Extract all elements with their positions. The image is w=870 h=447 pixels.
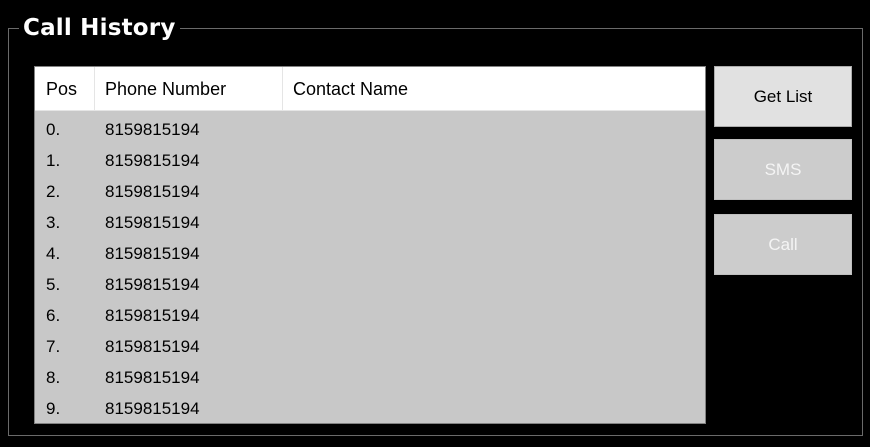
list-item[interactable]: 9. 8159815194: [35, 393, 705, 423]
list-item[interactable]: 7. 8159815194: [35, 331, 705, 362]
cell-contact-name: [282, 176, 705, 207]
cell-pos: 3.: [46, 213, 61, 232]
list-item[interactable]: 5. 8159815194: [35, 269, 705, 300]
cell-pos: 9.: [46, 399, 61, 418]
cell-phone-number: 8159815194: [105, 306, 200, 325]
cell-phone-number: 8159815194: [105, 244, 200, 263]
cell-pos: 2.: [46, 182, 61, 201]
cell-contact-name: [282, 331, 705, 362]
call-button[interactable]: Call: [714, 214, 852, 275]
cell-phone-number: 8159815194: [105, 120, 200, 139]
cell-pos: 4.: [46, 244, 61, 263]
call-history-list[interactable]: Pos Phone Number Contact Name 0. 81598151…: [34, 66, 706, 424]
cell-contact-name: [282, 269, 705, 300]
cell-pos: 7.: [46, 337, 61, 356]
list-item[interactable]: 1. 8159815194: [35, 145, 705, 176]
cell-phone-number: 8159815194: [105, 337, 200, 356]
cell-contact-name: [282, 300, 705, 331]
cell-pos: 6.: [46, 306, 61, 325]
list-header: Pos Phone Number Contact Name: [35, 67, 705, 111]
cell-contact-name: [282, 114, 705, 145]
list-item[interactable]: 6. 8159815194: [35, 300, 705, 331]
cell-phone-number: 8159815194: [105, 151, 200, 170]
cell-phone-number: 8159815194: [105, 213, 200, 232]
list-item[interactable]: 8. 8159815194: [35, 362, 705, 393]
cell-phone-number: 8159815194: [105, 368, 200, 387]
list-item[interactable]: 3. 8159815194: [35, 207, 705, 238]
sms-button[interactable]: SMS: [714, 139, 852, 200]
list-item[interactable]: 2. 8159815194: [35, 176, 705, 207]
cell-pos: 8.: [46, 368, 61, 387]
list-item[interactable]: 4. 8159815194: [35, 238, 705, 269]
cell-pos: 5.: [46, 275, 61, 294]
cell-phone-number: 8159815194: [105, 275, 200, 294]
column-header-phone-number[interactable]: Phone Number: [94, 67, 282, 111]
get-list-button[interactable]: Get List: [714, 66, 852, 127]
cell-contact-name: [282, 145, 705, 176]
column-header-contact-name[interactable]: Contact Name: [282, 67, 705, 111]
cell-pos: 1.: [46, 151, 61, 170]
cell-phone-number: 8159815194: [105, 182, 200, 201]
cell-contact-name: [282, 238, 705, 269]
cell-pos: 0.: [46, 120, 61, 139]
cell-phone-number: 8159815194: [105, 399, 200, 418]
cell-contact-name: [282, 393, 705, 423]
column-header-pos[interactable]: Pos: [35, 67, 94, 111]
list-rows: 0. 8159815194 1. 8159815194 2. 8159815194 3. 81…: [35, 114, 705, 423]
call-history-title: Call History: [19, 13, 180, 43]
cell-contact-name: [282, 362, 705, 393]
list-item[interactable]: 0. 8159815194: [35, 114, 705, 145]
cell-contact-name: [282, 207, 705, 238]
